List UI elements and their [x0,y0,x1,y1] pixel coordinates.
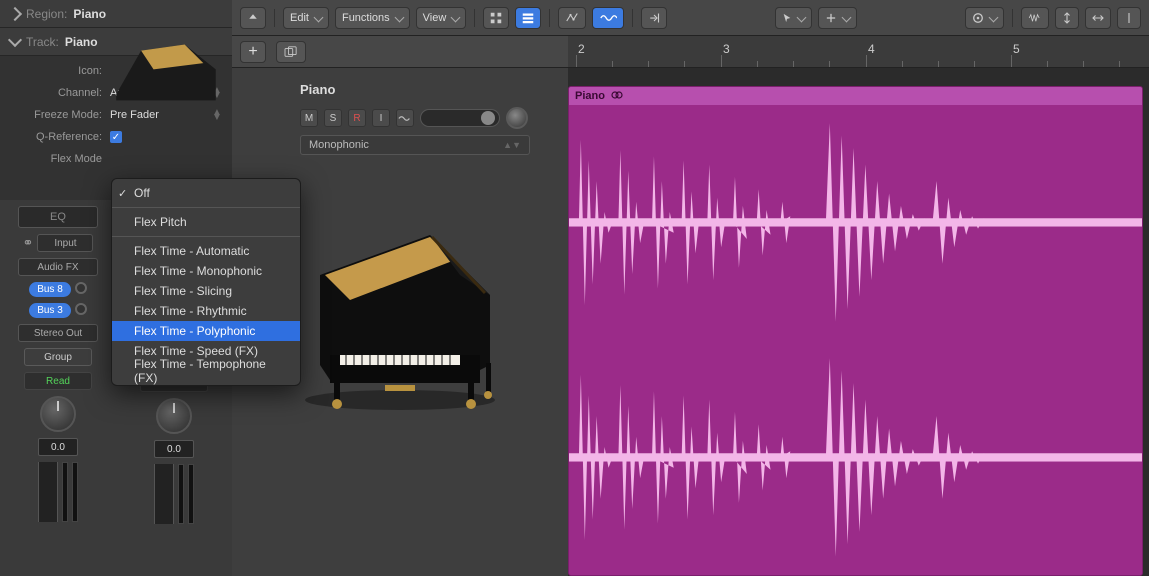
chevron-right-icon [8,6,22,20]
menu-item-flex-rhythmic[interactable]: Flex Time - Rhythmic [112,301,300,321]
meter [188,464,194,524]
horizontal-zoom-button[interactable] [1085,7,1111,29]
region-header[interactable]: Region: Piano [0,0,232,28]
zoom-fit-button[interactable] [1117,7,1141,29]
duplicate-track-button[interactable] [276,41,306,63]
track-header-name: Piano [300,82,556,97]
send-knob[interactable] [75,282,87,294]
output-slot[interactable]: Stereo Out [18,324,98,342]
snap-menu[interactable] [965,7,1004,29]
volume-slider[interactable] [420,109,500,127]
waveform-zoom-button[interactable] [1021,7,1049,29]
fader[interactable] [38,462,58,522]
list-view-button[interactable] [515,7,541,29]
input-slot[interactable]: Input [37,234,93,252]
stepper-icon[interactable]: ▲▼ [212,110,222,120]
flex-mode-selector[interactable]: Monophonic ▲▼ [300,135,530,155]
flexmode-row[interactable]: Flex Mode [10,148,222,170]
icon-row[interactable]: Icon: [10,60,222,82]
flex-mode-menu: Off Flex Pitch Flex Time - Automatic Fle… [111,178,301,386]
region-name: Piano [73,7,106,21]
region-header-strip: Piano [569,87,1142,105]
pan-knob[interactable] [40,396,76,432]
flex-track-button[interactable] [396,109,414,127]
functions-menu[interactable]: Functions [335,7,410,29]
menu-item-flex-monophonic[interactable]: Flex Time - Monophonic [112,261,300,281]
ruler[interactable]: 2 3 4 5 [568,36,1149,68]
timeline-area: 2 3 4 5 Piano [568,36,1149,576]
input-monitor-button[interactable]: I [372,109,390,127]
view-menu[interactable]: View [416,7,467,29]
waveform-display [569,105,1142,575]
pointer-tool-menu[interactable] [775,7,812,29]
link-icon[interactable]: ⚭ [23,235,34,251]
menu-item-off[interactable]: Off [112,183,300,203]
region-name-label: Piano [575,90,605,102]
menu-item-flex-automatic[interactable]: Flex Time - Automatic [112,241,300,261]
freeze-value: Pre Fader [110,109,212,121]
record-enable-button[interactable]: R [348,109,366,127]
catch-button[interactable] [641,7,667,29]
channel-strip-left: EQ ⚭ Input Audio FX Bus 8 Bus 3 Stereo O… [0,200,116,576]
menu-item-flex-pitch[interactable]: Flex Pitch [112,212,300,232]
mute-button[interactable]: M [300,109,318,127]
stepper-icon: ▲▼ [503,140,521,150]
group-button[interactable]: Group [24,348,92,366]
loop-icon [611,90,623,103]
pan-knob-small[interactable] [506,107,528,129]
edit-menu[interactable]: Edit [283,7,329,29]
vertical-zoom-button[interactable] [1055,7,1079,29]
inspector-body: Icon: Channel: Audio 1 ▲▼ Freeze Mode: P… [0,56,232,170]
volume-value[interactable]: 0.0 [154,440,194,458]
track-header[interactable]: Piano M S R I Monophonic ▲▼ [232,68,568,169]
chevron-down-icon [8,32,22,46]
alt-tool-menu[interactable] [818,7,857,29]
add-track-button[interactable]: + [240,41,266,63]
up-arrow-button[interactable] [240,7,266,29]
volume-value[interactable]: 0.0 [38,438,78,456]
menu-separator [112,207,300,208]
automation-read-button[interactable]: Read [24,372,92,390]
meter [62,462,68,522]
piano-icon [110,98,222,110]
solo-button[interactable]: S [324,109,342,127]
audiofx-slot[interactable]: Audio FX [18,258,98,276]
tracks-toolbar: Edit Functions View [232,0,1149,36]
audio-region[interactable]: Piano [568,86,1143,576]
qref-row[interactable]: Q-Reference: ✓ [10,126,222,148]
menu-item-flex-slicing[interactable]: Flex Time - Slicing [112,281,300,301]
automation-button[interactable] [558,7,586,29]
menu-item-flex-polyphonic[interactable]: Flex Time - Polyphonic [112,321,300,341]
track-name: Piano [65,35,98,49]
track-label: Track: [26,35,59,49]
grid-view-button[interactable] [483,7,509,29]
menu-separator [112,236,300,237]
send-bus3[interactable]: Bus 3 [29,303,71,318]
fader[interactable] [154,464,174,524]
track-icon-large [290,205,510,415]
qref-checkbox[interactable]: ✓ [110,131,122,143]
eq-slot[interactable]: EQ [18,206,98,228]
region-label: Region: [26,7,67,21]
flex-button[interactable] [592,7,624,29]
pan-knob[interactable] [156,398,192,434]
send-bus8[interactable]: Bus 8 [29,282,71,297]
meter [72,462,78,522]
menu-item-flex-tempophone[interactable]: Flex Time - Tempophone (FX) [112,361,300,381]
meter [178,464,184,524]
send-knob[interactable] [75,303,87,315]
